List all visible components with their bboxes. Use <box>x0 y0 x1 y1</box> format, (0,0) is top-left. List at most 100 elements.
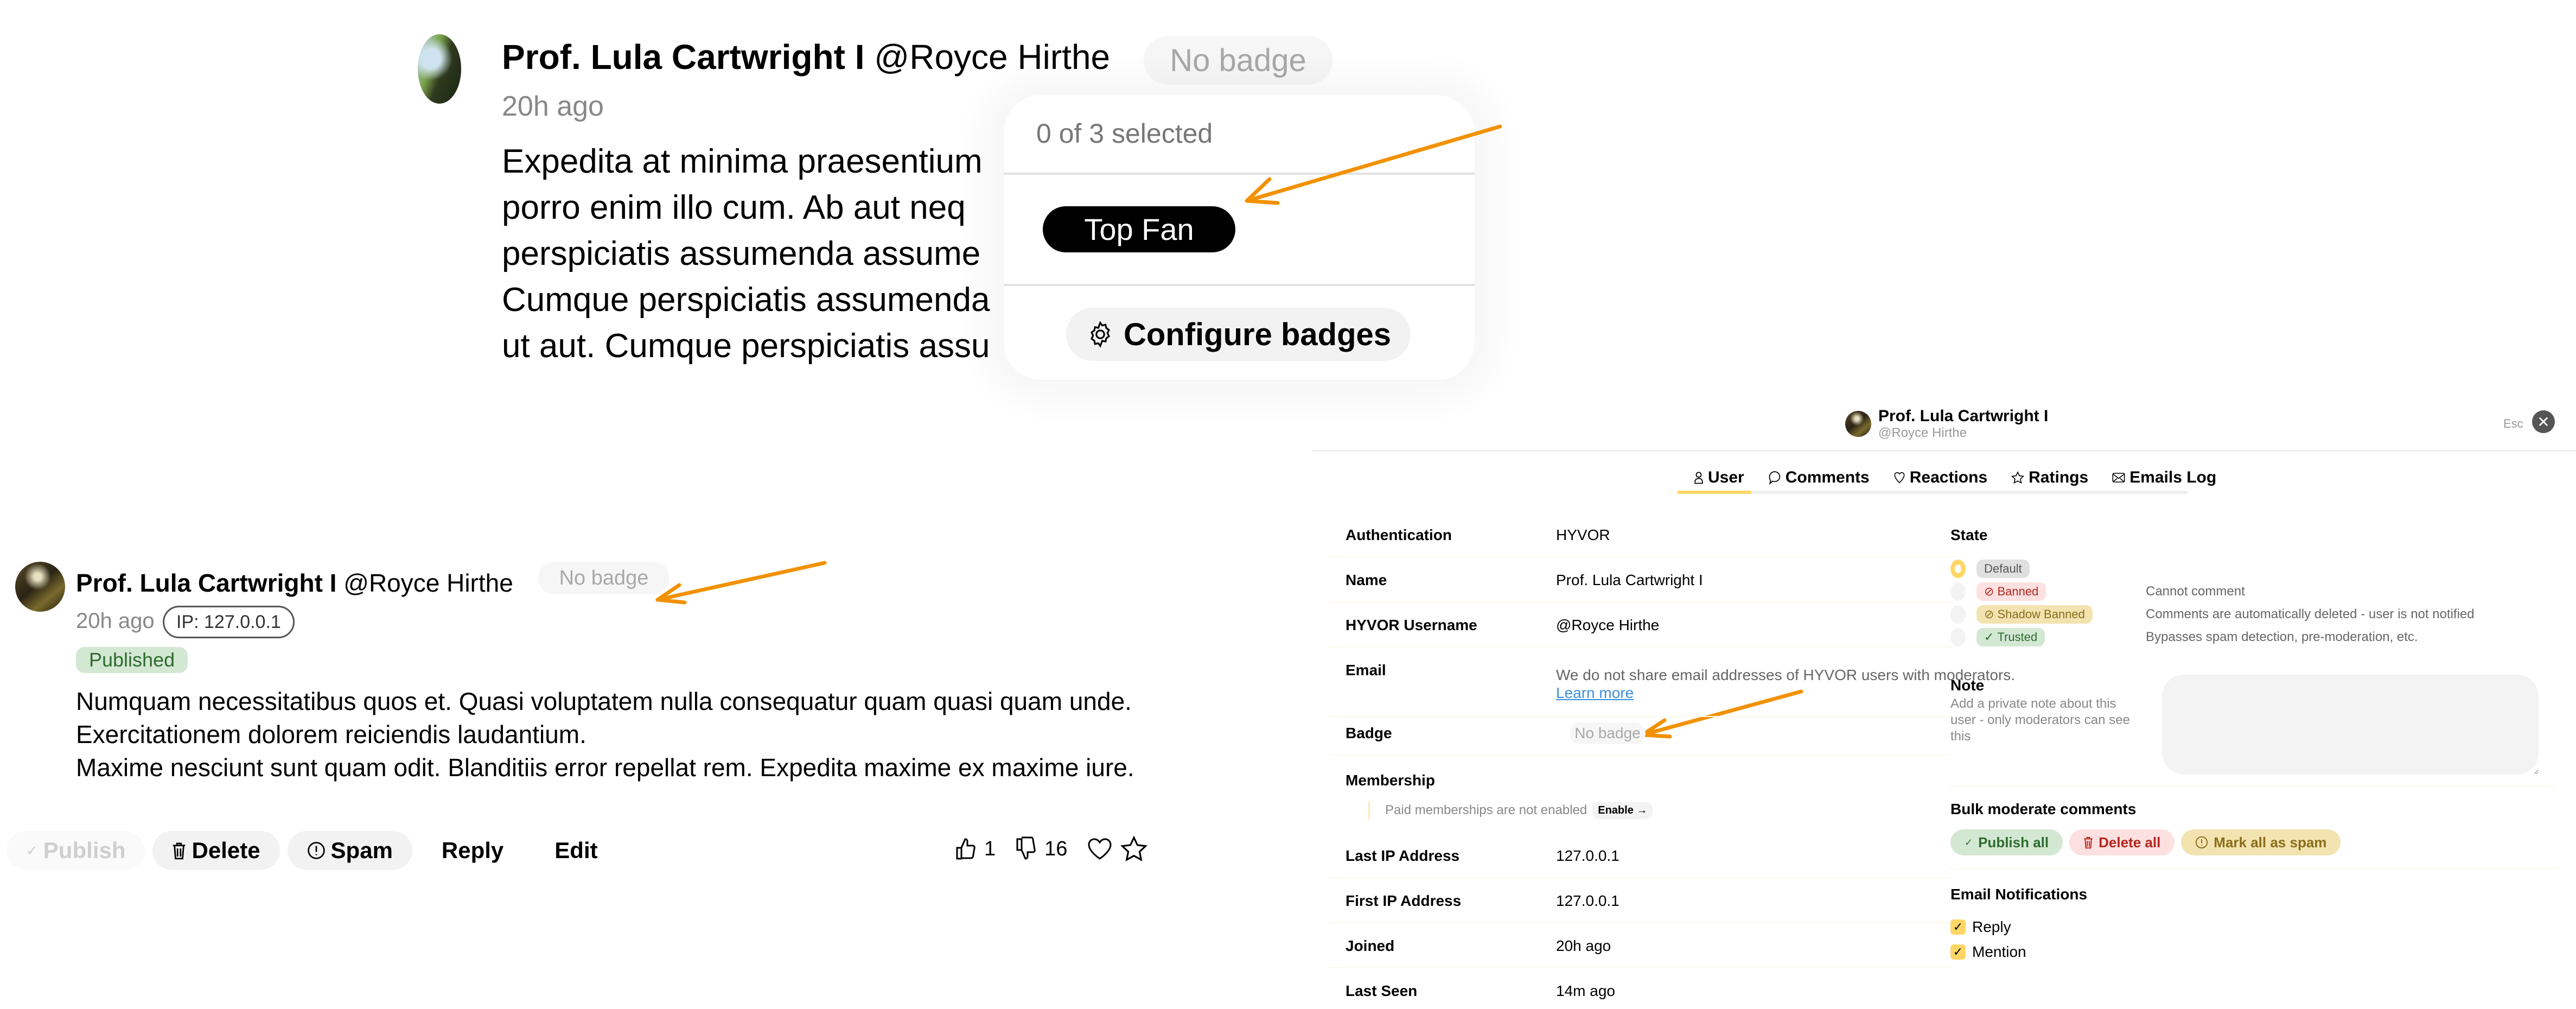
note-description: Add a private note about this user - onl… <box>1950 696 2130 744</box>
row-divider <box>1329 716 1953 717</box>
state-pill: ✓ Trusted <box>1976 628 2045 646</box>
exclamation-circle-icon <box>2195 836 2208 849</box>
field-label: Name <box>1346 572 1387 588</box>
tab-active-indicator <box>1678 491 1751 494</box>
badge-button[interactable]: No badge <box>538 562 669 594</box>
comment-actions: ✓ Publish Delete Spam Reply Edit <box>7 831 620 870</box>
state-option-shadow-banned[interactable]: ⊘ Shadow Banned <box>1950 605 2093 624</box>
annotation-arrow-comment <box>655 561 827 605</box>
comment-body: Numquam necessitatibus quos et. Quasi vo… <box>76 685 1139 784</box>
notification-reply[interactable]: ✓ Reply <box>1950 918 2011 936</box>
close-button[interactable]: ✕ <box>2532 410 2555 433</box>
state-option-default[interactable]: Default <box>1950 559 2030 579</box>
publish-all-button[interactable]: ✓ Publish all <box>1950 829 2063 855</box>
row-divider <box>1329 877 1953 878</box>
bulk-title: Bulk moderate comments <box>1950 801 2137 817</box>
tab-emails-log[interactable]: Emails Log <box>2100 466 2228 490</box>
upvote-count: 1 <box>984 837 996 860</box>
author-handle: @Royce Hirthe <box>343 569 513 597</box>
notifications-title: Email Notifications <box>1950 886 2088 903</box>
tab-comments[interactable]: Comments <box>1756 466 1882 490</box>
user-tabs: User Comments Reactions Ratings Emails L… <box>1682 466 2228 490</box>
checkbox-checked[interactable]: ✓ <box>1950 919 1966 935</box>
state-description: Bypasses spam detection, pre-moderation,… <box>2146 630 2418 644</box>
learn-more-link[interactable]: Learn more <box>1556 684 1634 702</box>
row-divider <box>1329 754 1953 756</box>
section-divider <box>1948 786 2555 787</box>
tab-user[interactable]: User <box>1682 466 1756 490</box>
radio-selected[interactable] <box>1950 560 1966 578</box>
star-icon[interactable] <box>1120 836 1148 862</box>
mark-all-spam-button[interactable]: Mark all as spam <box>2181 829 2341 855</box>
ban-icon: ⊘ <box>1984 585 1994 598</box>
field-label: Last Seen <box>1346 982 1418 999</box>
row-divider <box>1329 646 1953 648</box>
state-label: Shadow Banned <box>1997 607 2085 621</box>
esc-hint: Esc <box>2503 417 2523 430</box>
field-label: Authentication <box>1346 526 1452 543</box>
field-value: 127.0.0.1 <box>1556 847 1619 864</box>
radio[interactable] <box>1950 582 1966 601</box>
radio[interactable] <box>1950 628 1966 646</box>
user-name: Prof. Lula Cartwright I <box>1878 407 2049 425</box>
badge-button[interactable]: No badge <box>1570 722 1646 744</box>
membership-note: Paid memberships are not enabled <box>1385 803 1587 817</box>
close-icon: ✕ <box>2537 413 2550 430</box>
field-label: HYVOR Username <box>1346 617 1477 633</box>
radio[interactable] <box>1950 605 1966 624</box>
state-label: Default <box>1984 562 2022 575</box>
trash-icon <box>2083 836 2093 849</box>
state-label: Banned <box>1997 585 2039 598</box>
edit-button[interactable]: Edit <box>533 831 619 870</box>
annotation-arrow-popover <box>1245 124 1502 205</box>
field-label: First IP Address <box>1346 892 1462 909</box>
tab-label: User <box>1708 468 1744 486</box>
state-pill: ⊘ Banned <box>1976 582 2046 601</box>
delete-all-button[interactable]: Delete all <box>2069 829 2175 855</box>
state-option-banned[interactable]: ⊘ Banned <box>1950 582 2046 601</box>
notification-label: Reply <box>1972 918 2011 935</box>
note-textarea[interactable] <box>2162 675 2539 775</box>
user-handle: @Royce Hirthe <box>1878 426 1967 440</box>
ip-badge[interactable]: IP: 127.0.0.1 <box>163 606 295 638</box>
delete-all-label: Delete all <box>2099 834 2161 851</box>
tab-ratings[interactable]: Ratings <box>1999 466 2100 490</box>
publish-all-label: Publish all <box>1978 834 2049 851</box>
thumbs-down-icon[interactable] <box>1015 836 1037 861</box>
tab-reactions[interactable]: Reactions <box>1882 466 1999 490</box>
spam-label: Spam <box>330 837 393 863</box>
ban-icon: ⊘ <box>1984 607 1994 621</box>
envelope-icon <box>2112 472 2125 483</box>
checkbox-checked[interactable]: ✓ <box>1950 944 1966 960</box>
enable-memberships-button[interactable]: Enable → <box>1592 802 1653 819</box>
field-label: Last IP Address <box>1346 847 1460 864</box>
notification-mention[interactable]: ✓ Mention <box>1950 943 2026 961</box>
field-value: 20h ago <box>1556 937 1611 954</box>
status-badge: Published <box>76 647 188 673</box>
field-label: Badge <box>1346 725 1392 741</box>
publish-button[interactable]: ✓ Publish <box>7 831 145 870</box>
state-title: State <box>1950 526 1988 543</box>
heart-icon[interactable] <box>1087 837 1113 861</box>
check-icon: ✓ <box>1965 836 1973 848</box>
row-divider <box>1329 922 1953 923</box>
field-label: Joined <box>1346 937 1395 954</box>
heart-icon <box>1893 471 1905 484</box>
bulk-actions: ✓ Publish all Delete all Mark all as spa… <box>1950 829 2341 855</box>
state-option-trusted[interactable]: ✓ Trusted <box>1950 627 2045 647</box>
downvote-count: 16 <box>1044 837 1068 860</box>
field-label: Membership <box>1346 772 1435 789</box>
thumbs-up-icon[interactable] <box>955 836 977 861</box>
delete-button[interactable]: Delete <box>152 831 280 870</box>
email-privacy-note: We do not share email addresses of HYVOR… <box>1556 667 2016 683</box>
section-divider <box>1948 868 2555 870</box>
check-icon: ✓ <box>26 842 38 859</box>
row-divider <box>1329 556 1953 557</box>
reply-button[interactable]: Reply <box>420 831 525 870</box>
membership-notice: Paid memberships are not enabled Enable … <box>1368 801 1653 820</box>
author-name: Prof. Lula Cartwright I @Royce Hirthe <box>76 568 513 598</box>
delete-label: Delete <box>192 837 260 863</box>
star-icon <box>2011 471 2025 484</box>
author-avatar <box>15 562 65 612</box>
spam-button[interactable]: Spam <box>287 831 412 870</box>
